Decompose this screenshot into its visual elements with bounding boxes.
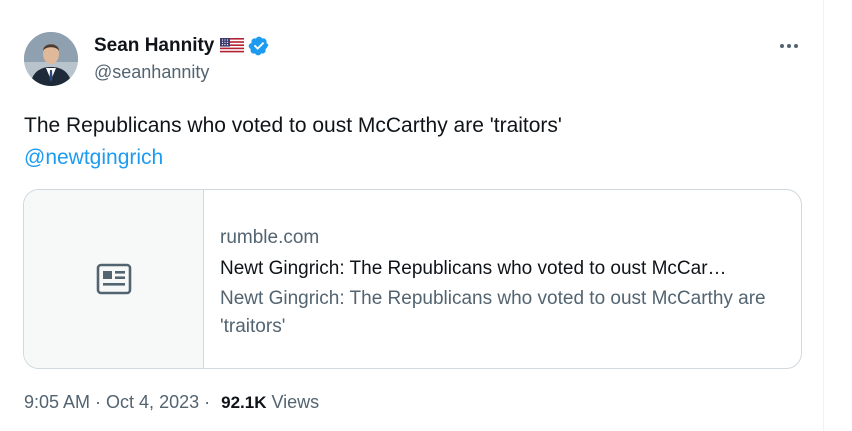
- author-name[interactable]: Sean Hannity: [94, 35, 214, 57]
- tweet-date[interactable]: Oct 4, 2023: [106, 392, 199, 413]
- card-description: Newt Gingrich: The Republicans who voted…: [220, 288, 766, 337]
- tweet-body: The Republicans who voted to oust McCart…: [24, 114, 562, 137]
- article-icon: [96, 263, 131, 295]
- verified-badge-icon[interactable]: [248, 35, 270, 57]
- card-body: rumble.com Newt Gingrich: The Republican…: [204, 190, 801, 368]
- card-domain: rumble.com: [220, 227, 320, 248]
- tweet-time[interactable]: 9:05 AM: [24, 392, 90, 413]
- more-options-icon[interactable]: [776, 38, 802, 54]
- author-name-row: Sean Hannity: [94, 34, 270, 58]
- views-count[interactable]: 92.1K: [221, 393, 266, 413]
- mention-link[interactable]: @newtgingrich: [24, 142, 562, 174]
- card-media: [24, 190, 204, 368]
- us-flag-icon: [220, 38, 245, 54]
- meta-separator: ·: [95, 392, 102, 412]
- card-title: Newt Gingrich: The Republicans who voted…: [220, 258, 727, 279]
- views-label: Views: [271, 392, 320, 412]
- link-preview-card[interactable]: rumble.com Newt Gingrich: The Republican…: [23, 189, 802, 369]
- tweet-meta: 9:05 AM · Oct 4, 2023 · 92.1K Views: [24, 392, 319, 413]
- person-in-suit-avatar-icon: [24, 32, 78, 86]
- avatar[interactable]: [24, 32, 78, 86]
- meta-separator-2: ·: [204, 392, 211, 412]
- tweet-text: The Republicans who voted to oust McCart…: [24, 110, 562, 174]
- author-handle[interactable]: @seanhannity: [94, 62, 209, 83]
- tweet-container: Sean Hannity @seanhannity The Republican…: [0, 0, 824, 431]
